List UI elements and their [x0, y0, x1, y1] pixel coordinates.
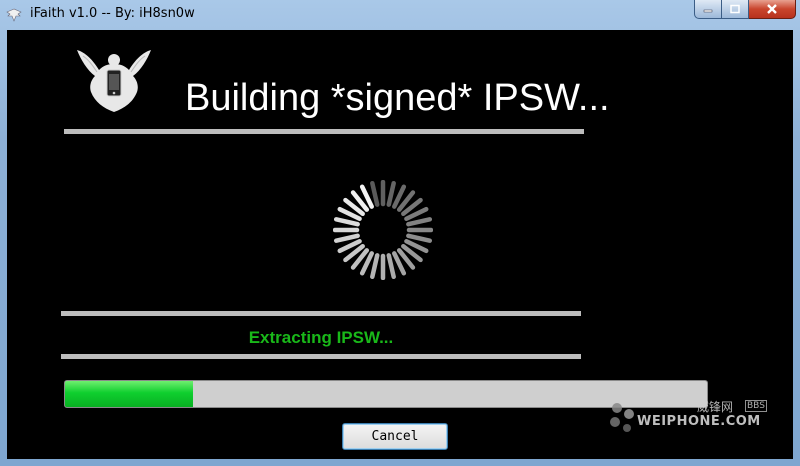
- divider-top: [64, 129, 584, 134]
- main-panel: Building *signed* IPSW... Extracting IPS…: [7, 30, 793, 459]
- spinner-spoke: [370, 253, 380, 280]
- window-controls: [694, 0, 796, 20]
- title-bar[interactable]: iFaith v1.0 -- By: iH8sn0w: [0, 0, 800, 30]
- spinner-spoke: [333, 233, 360, 243]
- weiphone-logo-icon: [610, 403, 634, 432]
- watermark-cn: 威锋网: [697, 400, 734, 414]
- spinner-spoke: [333, 217, 360, 227]
- close-icon: [767, 4, 777, 14]
- spinner-spoke: [386, 180, 396, 207]
- watermark-bbs: BBS: [745, 400, 767, 412]
- app-icon: [6, 8, 22, 22]
- spinner-spoke: [370, 180, 380, 207]
- status-text: Extracting IPSW...: [248, 328, 394, 347]
- spinner-spoke: [406, 217, 433, 227]
- cancel-button[interactable]: Cancel: [342, 423, 448, 450]
- minimize-button[interactable]: [694, 0, 722, 19]
- watermark-en: WEIPHONE.COM: [637, 414, 761, 429]
- minimize-icon: [703, 9, 713, 13]
- close-button[interactable]: [749, 0, 796, 19]
- spinner-spoke: [406, 233, 433, 243]
- page-title: Building *signed* IPSW...: [185, 77, 610, 119]
- progress-fill: [65, 381, 194, 407]
- maximize-icon: [730, 4, 740, 14]
- divider-status-bottom: [61, 354, 581, 359]
- maximize-button[interactable]: [722, 0, 749, 19]
- window-title: iFaith v1.0 -- By: iH8sn0w: [30, 6, 195, 21]
- divider-status-top: [61, 311, 581, 316]
- dove-phone-logo: [77, 50, 151, 112]
- spinner-spoke: [386, 253, 396, 280]
- watermark: 威锋网 BBS WEIPHONE.COM: [605, 398, 775, 438]
- app-window: iFaith v1.0 -- By: iH8sn0w Building *sig…: [0, 0, 800, 466]
- loading-spinner-icon: [333, 180, 433, 280]
